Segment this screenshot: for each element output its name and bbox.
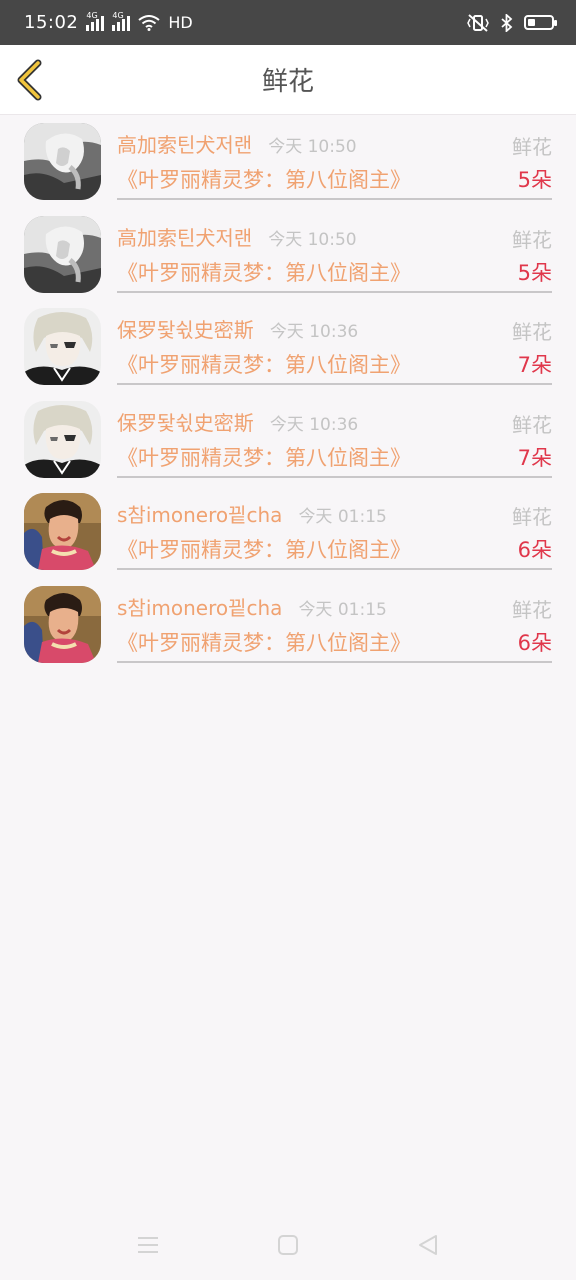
anime-character-image bbox=[24, 308, 101, 385]
timestamp: 今天 01:15 bbox=[298, 599, 387, 620]
gift-type: 鲜花 bbox=[512, 227, 552, 252]
record-header: 高加索틴犬저랜 今天 10:50 鲜花 bbox=[117, 222, 552, 252]
record-header: s참imonero끹cha 今天 01:15 鲜花 bbox=[117, 592, 552, 622]
status-bar: 15:02 4G 4G HD bbox=[0, 0, 576, 45]
menu-icon bbox=[138, 1237, 158, 1253]
record-info: s참imonero끹cha 今天 01:15 鲜花 《叶罗丽精灵梦：第八位阁主》… bbox=[117, 486, 552, 570]
book-title-link[interactable]: 《叶罗丽精灵梦：第八位阁主》 bbox=[117, 538, 411, 562]
book-title-link[interactable]: 《叶罗丽精灵梦：第八位阁主》 bbox=[117, 631, 411, 655]
wifi-icon bbox=[138, 14, 160, 31]
battery-icon bbox=[524, 15, 557, 30]
back-button[interactable] bbox=[14, 59, 46, 101]
record-info: s참imonero끹cha 今天 01:15 鲜花 《叶罗丽精灵梦：第八位阁主》… bbox=[117, 579, 552, 663]
anime-character-image bbox=[24, 400, 101, 478]
list-item[interactable]: 高加索틴犬저랜 今天 10:50 鲜花 《叶罗丽精灵梦：第八位阁主》 5朵 bbox=[0, 209, 576, 302]
system-back-button[interactable] bbox=[408, 1225, 448, 1265]
list-item[interactable]: s참imonero끹cha 今天 01:15 鲜花 《叶罗丽精灵梦：第八位阁主》… bbox=[0, 486, 576, 579]
flower-count: 7朵 bbox=[517, 353, 552, 377]
bluetooth-icon bbox=[501, 13, 513, 32]
timestamp: 今天 10:50 bbox=[268, 137, 357, 157]
book-title-link[interactable]: 《叶罗丽精灵梦：第八位阁主》 bbox=[117, 353, 411, 377]
list-item[interactable]: 高加索틴犬저랜 今天 10:50 鲜花 《叶罗丽精灵梦：第八位阁主》 5朵 bbox=[0, 116, 576, 209]
record-info: 保罗돷쉯史密斯 今天 10:36 鲜花 《叶罗丽精灵梦：第八位阁主》 7朵 bbox=[117, 301, 552, 385]
avatar bbox=[24, 308, 101, 385]
grayscale-portrait-image bbox=[24, 215, 101, 293]
sender-name[interactable]: 保罗돷쉯史密斯 bbox=[117, 407, 254, 436]
book-title-link[interactable]: 《叶罗丽精灵梦：第八位阁主》 bbox=[117, 446, 411, 470]
record-detail: 《叶罗丽精灵梦：第八位阁主》 5朵 bbox=[117, 164, 552, 194]
gift-type: 鲜花 bbox=[512, 320, 552, 344]
flower-gift-list: 高加索틴犬저랜 今天 10:50 鲜花 《叶罗丽精灵梦：第八位阁主》 5朵 高加… bbox=[0, 116, 576, 671]
status-bar-left: 15:02 4G 4G HD bbox=[24, 11, 193, 34]
gift-type: 鲜花 bbox=[512, 135, 552, 159]
page-title: 鲜花 bbox=[261, 67, 314, 97]
record-header: s참imonero끹cha 今天 01:15 鲜花 bbox=[117, 499, 552, 529]
flower-count: 6朵 bbox=[517, 538, 552, 562]
back-triangle-icon bbox=[419, 1235, 437, 1255]
home-button[interactable] bbox=[268, 1225, 308, 1265]
sender-name[interactable]: s참imonero끹cha bbox=[117, 592, 282, 621]
timestamp: 今天 10:36 bbox=[269, 322, 359, 342]
avatar bbox=[24, 493, 101, 570]
sender-name[interactable]: s참imonero끹cha bbox=[117, 499, 282, 528]
system-nav-bar bbox=[0, 1210, 576, 1280]
app-header: 鲜花 bbox=[0, 45, 576, 115]
avatar bbox=[24, 400, 101, 478]
gift-type: 鲜花 bbox=[512, 505, 552, 529]
record-detail: 《叶罗丽精灵梦：第八位阁主》 5朵 bbox=[117, 257, 552, 287]
timestamp: 今天 01:15 bbox=[298, 507, 387, 527]
status-time: 15:02 bbox=[24, 12, 79, 33]
battery-level bbox=[528, 19, 535, 26]
list-item[interactable]: 保罗돷쉯史密斯 今天 10:36 鲜花 《叶罗丽精灵梦：第八位阁主》 7朵 bbox=[0, 394, 576, 487]
record-info: 保罗돷쉯史密斯 今天 10:36 鲜花 《叶罗丽精灵梦：第八位阁主》 7朵 bbox=[117, 394, 552, 478]
avatar bbox=[24, 585, 101, 663]
gift-type: 鲜花 bbox=[512, 597, 552, 622]
flower-count: 5朵 bbox=[517, 260, 552, 285]
record-info: 高加索틴犬저랜 今天 10:50 鲜花 《叶罗丽精灵梦：第八位阁主》 5朵 bbox=[117, 116, 552, 200]
flower-count: 5朵 bbox=[517, 168, 552, 192]
flower-count: 7朵 bbox=[517, 445, 552, 470]
grayscale-portrait-image bbox=[24, 123, 101, 200]
avatar bbox=[24, 123, 101, 200]
list-item[interactable]: s참imonero끹cha 今天 01:15 鲜花 《叶罗丽精灵梦：第八位阁主》… bbox=[0, 579, 576, 672]
record-header: 保罗돷쉯史密斯 今天 10:36 鲜花 bbox=[117, 314, 552, 344]
hd-label: HD bbox=[168, 13, 193, 32]
sender-name[interactable]: 保罗돷쉯史密斯 bbox=[117, 314, 254, 343]
status-bar-right bbox=[466, 13, 557, 32]
avatar bbox=[24, 215, 101, 293]
vibrate-mute-icon bbox=[467, 13, 489, 32]
record-info: 高加索틴犬저랜 今天 10:50 鲜花 《叶罗丽精灵梦：第八位阁主》 5朵 bbox=[117, 209, 552, 293]
sender-name[interactable]: 高加索틴犬저랜 bbox=[117, 129, 252, 158]
timestamp: 今天 10:50 bbox=[268, 229, 357, 250]
book-title-link[interactable]: 《叶罗丽精灵梦：第八位阁主》 bbox=[117, 261, 411, 285]
list-item[interactable]: 保罗돷쉯史密斯 今天 10:36 鲜花 《叶罗丽精灵梦：第八位阁主》 7朵 bbox=[0, 301, 576, 394]
costume-photo-image bbox=[24, 493, 101, 570]
home-square-icon bbox=[278, 1235, 298, 1255]
cellular-signal-icon: 4G bbox=[86, 11, 105, 31]
gift-type: 鲜花 bbox=[512, 412, 552, 437]
record-header: 高加索틴犬저랜 今天 10:50 鲜花 bbox=[117, 129, 552, 159]
costume-photo-image bbox=[24, 585, 101, 663]
cellular-signal-2-icon: 4G bbox=[112, 11, 131, 31]
book-title-link[interactable]: 《叶罗丽精灵梦：第八位阁主》 bbox=[117, 168, 411, 192]
timestamp: 今天 10:36 bbox=[269, 414, 359, 435]
sender-name[interactable]: 高加索틴犬저랜 bbox=[117, 222, 252, 251]
menu-button[interactable] bbox=[128, 1225, 168, 1265]
record-detail: 《叶罗丽精灵梦：第八位阁主》 6朵 bbox=[117, 627, 552, 657]
record-detail: 《叶罗丽精灵梦：第八位阁主》 6朵 bbox=[117, 534, 552, 564]
record-header: 保罗돷쉯史密斯 今天 10:36 鲜花 bbox=[117, 407, 552, 437]
flower-count: 6朵 bbox=[517, 630, 552, 655]
record-detail: 《叶罗丽精灵梦：第八位阁主》 7朵 bbox=[117, 442, 552, 472]
chevron-left-icon bbox=[17, 59, 42, 101]
record-detail: 《叶罗丽精灵梦：第八位阁主》 7朵 bbox=[117, 349, 552, 379]
